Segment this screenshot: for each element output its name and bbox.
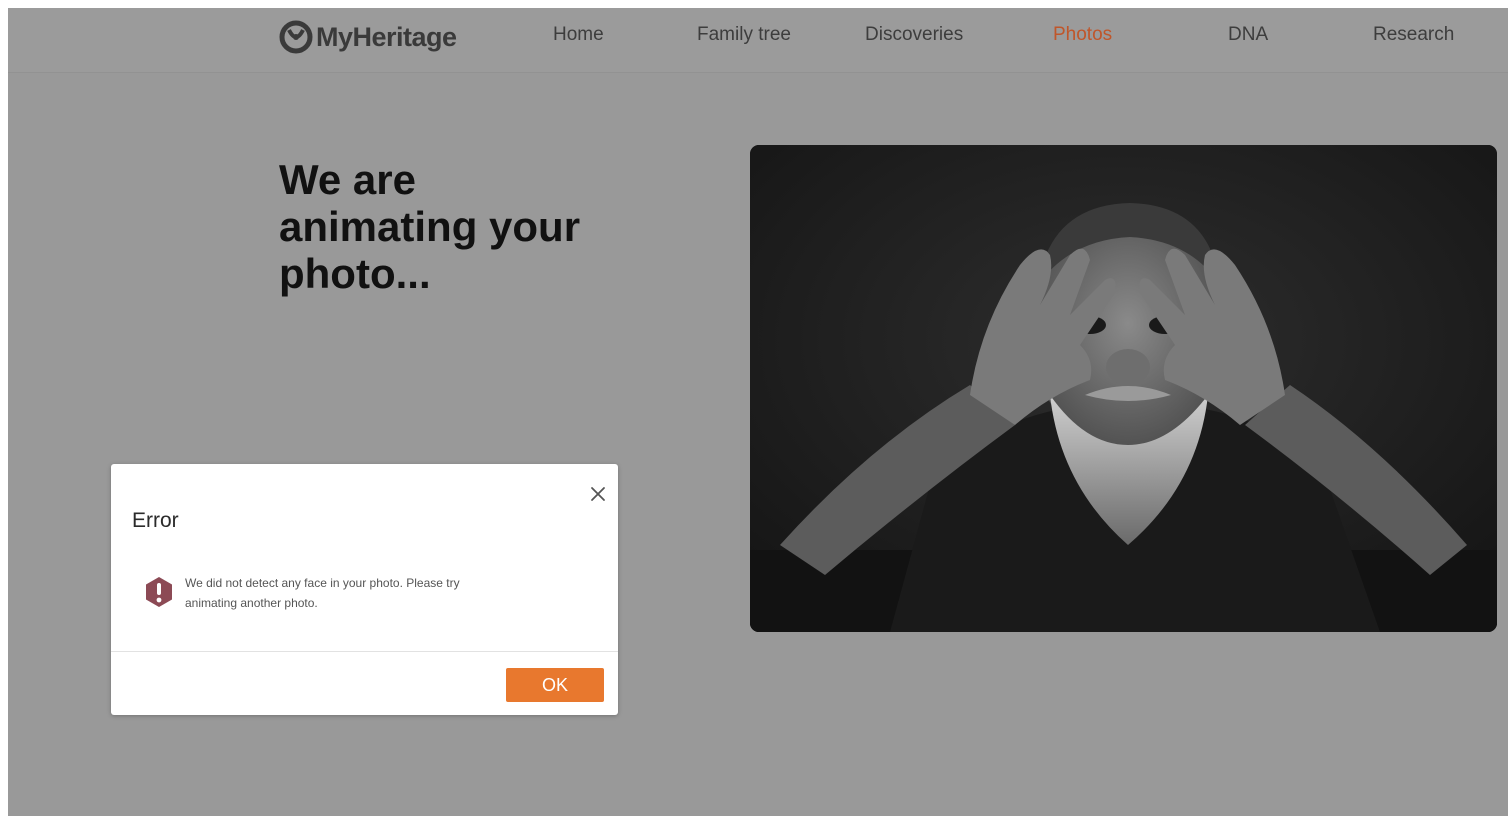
dialog-message: We did not detect any face in your photo…: [185, 573, 505, 613]
headline-line-3: photo...: [279, 250, 431, 297]
ok-button[interactable]: OK: [506, 668, 604, 702]
nav-item-research[interactable]: Research: [1373, 24, 1454, 46]
page-frame: MyHeritage Home Family tree Discoveries …: [8, 8, 1508, 816]
myheritage-logo[interactable]: MyHeritage: [279, 20, 457, 54]
dialog-message-line-1: We did not detect any face in your photo…: [185, 576, 460, 590]
myheritage-logo-icon: [279, 20, 313, 54]
nav-item-discoveries[interactable]: Discoveries: [865, 24, 963, 46]
portrait-photo: [750, 145, 1497, 632]
close-icon[interactable]: [589, 485, 607, 503]
error-dialog: Error We did not detect any face in your…: [111, 464, 618, 715]
headline-line-2: animating your: [279, 203, 581, 250]
dialog-divider: [111, 651, 618, 652]
dialog-title: Error: [132, 509, 179, 532]
nav-item-dna[interactable]: DNA: [1228, 24, 1268, 46]
headline-line-1: We are: [279, 156, 416, 203]
nav-item-photos[interactable]: Photos: [1053, 24, 1112, 46]
logo-text: MyHeritage: [316, 21, 457, 52]
nav-item-home[interactable]: Home: [553, 24, 604, 46]
uploaded-photo: [750, 145, 1497, 632]
dialog-message-line-2: animating another photo.: [185, 596, 318, 610]
nav-item-family-tree[interactable]: Family tree: [697, 24, 791, 46]
top-nav-bar: MyHeritage Home Family tree Discoveries …: [8, 8, 1508, 73]
exclamation-icon: [146, 577, 172, 607]
page-headline: We are animating your photo...: [279, 156, 699, 297]
